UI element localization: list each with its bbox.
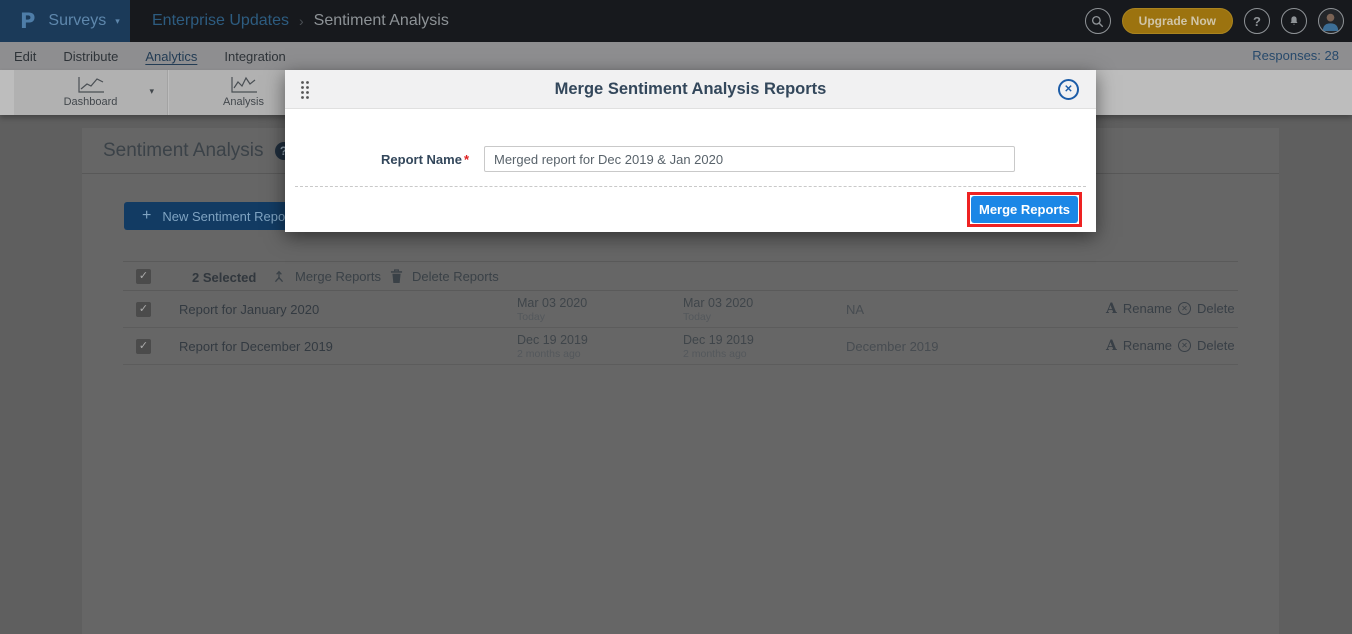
merge-reports-submit-button[interactable]: Merge Reports: [971, 196, 1078, 223]
search-button[interactable]: [1085, 8, 1111, 34]
person-icon: [1319, 9, 1342, 32]
delete-reports-label: Delete Reports: [412, 269, 499, 284]
notifications-button[interactable]: [1281, 8, 1307, 34]
created-date: Dec 19 2019: [517, 333, 588, 347]
delete-label: Delete: [1197, 301, 1235, 316]
table-row: ✓ Report for January 2020 Mar 03 2020 To…: [123, 291, 1238, 328]
dialog-title: Merge Sentiment Analysis Reports: [285, 70, 1096, 109]
modified-relative: Today: [683, 311, 753, 323]
rename-icon: A: [1106, 339, 1117, 353]
delete-circle-x-icon: ✕: [1178, 339, 1191, 352]
breadcrumb-separator-icon: ›: [299, 13, 304, 29]
dialog-footer: Merge Reports: [285, 187, 1096, 232]
delete-reports-button[interactable]: Delete Reports: [390, 269, 499, 284]
close-button[interactable]: ✕: [1058, 79, 1079, 100]
modified-relative: 2 months ago: [683, 348, 754, 360]
required-asterisk: *: [464, 152, 469, 167]
reports-table: ✓ 2 Selected Merge Reports: [123, 261, 1238, 365]
ribbon-tab-label: Dashboard: [14, 96, 167, 108]
ribbon-tab-dashboard[interactable]: Dashboard ▾: [14, 70, 168, 115]
report-name-label: Report Name*: [285, 146, 469, 186]
close-icon: ✕: [1064, 84, 1072, 95]
product-name: Surveys: [48, 12, 106, 30]
created-date: Mar 03 2020: [517, 296, 587, 310]
merge-reports-label: Merge Reports: [295, 269, 381, 284]
report-name: Report for December 2019: [179, 339, 333, 354]
delete-button[interactable]: ✕ Delete: [1178, 338, 1235, 353]
search-icon: [1090, 14, 1105, 29]
chevron-down-icon[interactable]: ▾: [149, 86, 154, 97]
plus-icon: +: [142, 207, 151, 225]
modified-date-cell: Dec 19 2019 2 months ago: [683, 333, 754, 360]
breadcrumb: Enterprise Updates › Sentiment Analysis: [152, 0, 449, 42]
tab-edit[interactable]: Edit: [14, 49, 36, 64]
topbar-actions: Upgrade Now ?: [1085, 8, 1344, 34]
responses-count: Responses: 28: [1252, 42, 1339, 70]
new-sentiment-report-button[interactable]: + New Sentiment Report: [124, 202, 311, 230]
user-avatar[interactable]: [1318, 8, 1344, 34]
tab-distribute[interactable]: Distribute: [63, 49, 118, 64]
bell-icon: [1287, 14, 1301, 28]
modified-date-cell: Mar 03 2020 Today: [683, 296, 753, 323]
questionpro-logo-icon: P: [20, 9, 35, 33]
question-mark-icon: ?: [1253, 14, 1261, 29]
top-navigation-bar: P Surveys ▾ Enterprise Updates › Sentime…: [0, 0, 1352, 42]
upgrade-now-button[interactable]: Upgrade Now: [1122, 8, 1233, 34]
survey-section-nav: Edit Distribute Analytics Integration Re…: [0, 42, 1352, 70]
modified-date: Dec 19 2019: [683, 333, 754, 347]
merge-icon: [272, 269, 286, 284]
selected-count: 2 Selected: [192, 270, 256, 285]
rename-icon: A: [1106, 302, 1117, 316]
row-checkbox[interactable]: ✓: [136, 339, 151, 354]
rename-label: Rename: [1123, 338, 1172, 353]
delete-circle-x-icon: ✕: [1178, 302, 1191, 315]
created-relative: Today: [517, 311, 587, 323]
breadcrumb-current-page: Sentiment Analysis: [314, 12, 449, 30]
action-highlight-box: Merge Reports: [967, 192, 1082, 227]
chevron-down-icon: ▾: [115, 16, 120, 27]
created-date-cell: Dec 19 2019 2 months ago: [517, 333, 588, 360]
zigzag-chart-icon: [229, 75, 259, 95]
merge-reports-button[interactable]: Merge Reports: [272, 269, 381, 284]
rename-label: Rename: [1123, 301, 1172, 316]
delete-button[interactable]: ✕ Delete: [1178, 301, 1235, 316]
report-period: NA: [846, 302, 864, 317]
bulk-actions-bar: ✓ 2 Selected Merge Reports: [123, 261, 1238, 291]
help-button[interactable]: ?: [1244, 8, 1270, 34]
report-period: December 2019: [846, 339, 939, 354]
page-title: Sentiment Analysis: [103, 140, 264, 162]
product-switcher[interactable]: P Surveys ▾: [0, 0, 130, 42]
delete-label: Delete: [1197, 338, 1235, 353]
created-date-cell: Mar 03 2020 Today: [517, 296, 587, 323]
trash-icon: [390, 269, 403, 284]
tab-integration[interactable]: Integration: [224, 49, 285, 64]
report-name-input[interactable]: [484, 146, 1015, 172]
report-name: Report for January 2020: [179, 302, 319, 317]
line-chart-icon: [76, 75, 106, 95]
tab-analytics[interactable]: Analytics: [145, 49, 197, 64]
merge-reports-dialog: Merge Sentiment Analysis Reports ✕ Repor…: [285, 70, 1096, 232]
breadcrumb-survey-name[interactable]: Enterprise Updates: [152, 12, 289, 30]
rename-button[interactable]: A Rename: [1106, 338, 1172, 353]
table-row: ✓ Report for December 2019 Dec 19 2019 2…: [123, 328, 1238, 365]
rename-button[interactable]: A Rename: [1106, 301, 1172, 316]
modified-date: Mar 03 2020: [683, 296, 753, 310]
row-checkbox[interactable]: ✓: [136, 302, 151, 317]
drag-handle-icon[interactable]: [300, 80, 310, 100]
dialog-body: Report Name*: [285, 109, 1096, 186]
created-relative: 2 months ago: [517, 348, 588, 360]
select-all-checkbox[interactable]: ✓: [136, 269, 151, 284]
dialog-header: Merge Sentiment Analysis Reports ✕: [285, 70, 1096, 109]
new-report-label: New Sentiment Report: [162, 209, 293, 224]
